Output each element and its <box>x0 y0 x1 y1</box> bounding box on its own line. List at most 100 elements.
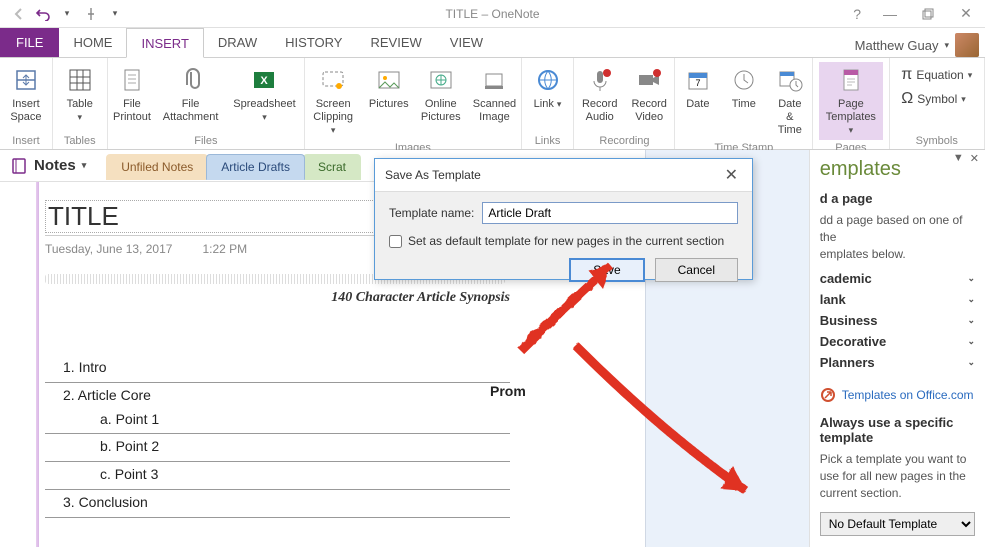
close-button[interactable]: ✕ <box>951 2 981 26</box>
record-video-button[interactable]: RecordVideo <box>625 62 672 126</box>
cancel-button[interactable]: Cancel <box>655 258 738 282</box>
page-templates-icon <box>835 64 867 96</box>
template-category-business[interactable]: Business⌄ <box>820 310 975 331</box>
time-button[interactable]: Time <box>722 62 766 140</box>
ribbon-group-label: Insert <box>12 133 40 149</box>
section-tab-article-drafts[interactable]: Article Drafts <box>206 154 305 180</box>
file-attachment-icon <box>175 64 207 96</box>
ribbon-group-label: Recording <box>599 133 649 149</box>
record-audio-icon <box>584 64 616 96</box>
file-attachment-button[interactable]: FileAttachment <box>158 62 223 126</box>
undo-dropdown[interactable]: ▾ <box>56 3 78 25</box>
add-page-heading: d a page <box>820 191 975 206</box>
page-templates-button[interactable]: PageTemplates ▾ <box>819 62 882 140</box>
office-icon <box>820 387 836 403</box>
user-area[interactable]: Matthew Guay ▾ <box>855 33 985 57</box>
ribbon-group-label: Tables <box>64 133 96 149</box>
ribbon-button-label: ScannedImage <box>473 98 516 124</box>
ribbon-button-label: Link ▾ <box>534 98 562 111</box>
outline-divider <box>45 488 510 490</box>
menu-bar: FILE HOME INSERT DRAW HISTORY REVIEW VIE… <box>0 28 985 58</box>
add-page-description: dd a page based on one of the emplates b… <box>820 212 975 262</box>
back-button[interactable] <box>8 3 30 25</box>
qat-customize[interactable]: ▾ <box>104 3 126 25</box>
page-time: 1:22 PM <box>202 242 247 256</box>
chevron-down-icon: ⌄ <box>967 315 975 326</box>
save-button[interactable]: Save <box>569 258 644 282</box>
record-audio-button[interactable]: RecordAudio <box>576 62 623 126</box>
chevron-down-icon: ⌄ <box>967 273 975 284</box>
notebook-dropdown[interactable]: Notes ▾ <box>0 153 96 179</box>
record-video-icon <box>633 64 665 96</box>
file-tab[interactable]: FILE <box>0 27 59 57</box>
outline-item[interactable]: 2. Article Core <box>45 384 645 408</box>
ribbon-button-label: FilePrintout <box>113 98 151 124</box>
spreadsheet-button[interactable]: XSpreadsheet ▾ <box>225 62 304 126</box>
ribbon-button-label: Time <box>732 98 756 111</box>
date-button[interactable]: 7Date <box>676 62 720 140</box>
help-button[interactable]: ? <box>853 6 861 22</box>
templates-pane-title: emplates <box>820 158 975 181</box>
avatar <box>955 33 979 57</box>
tab-history[interactable]: HISTORY <box>271 27 356 57</box>
outline-item[interactable]: 1. Intro <box>45 356 645 380</box>
ribbon-button-label: Pictures <box>369 98 409 111</box>
section-tab-scratch[interactable]: Scrat <box>303 154 361 180</box>
insert-space-button[interactable]: InsertSpace <box>4 62 48 126</box>
template-category-planners[interactable]: Planners⌄ <box>820 352 975 373</box>
restore-button[interactable] <box>913 2 943 26</box>
table-button[interactable]: Table ▾ <box>58 62 102 126</box>
ribbon-group-links: Link ▾Links <box>522 58 575 149</box>
templates-office-link[interactable]: Templates on Office.com <box>820 387 975 403</box>
file-printout-icon <box>116 64 148 96</box>
online-pictures-button[interactable]: OnlinePictures <box>416 62 466 140</box>
synopsis-text[interactable]: 140 Character Article Synopsis <box>45 290 510 306</box>
outline-divider <box>45 432 510 434</box>
template-category-decorative[interactable]: Decorative⌄ <box>820 331 975 352</box>
set-default-checkbox[interactable] <box>389 235 402 248</box>
symbol-button[interactable]: Ω Symbol ▾ <box>897 88 976 110</box>
tab-insert[interactable]: INSERT <box>126 28 203 58</box>
file-printout-button[interactable]: FilePrintout <box>108 62 156 126</box>
link-button[interactable]: Link ▾ <box>526 62 570 113</box>
ribbon-button-label: Date &Time <box>774 98 806 138</box>
template-category-cademic[interactable]: cademic⌄ <box>820 268 975 289</box>
template-category-lank[interactable]: lank⌄ <box>820 289 975 310</box>
title-bar: ▾ ▾ TITLE – OneNote ? — ✕ <box>0 0 985 28</box>
ribbon-button-label: FileAttachment <box>163 98 219 124</box>
equation-button[interactable]: π Equation ▾ <box>897 64 976 86</box>
ribbon-group-pages: PageTemplates ▾Pages <box>813 58 889 149</box>
dialog-close-button[interactable]: ✕ <box>721 165 742 185</box>
ribbon-button-label: OnlinePictures <box>421 98 461 124</box>
always-use-description: Pick a template you want to use for all … <box>820 451 975 501</box>
screen-clipping-button[interactable]: ScreenClipping ▾ <box>305 62 362 140</box>
page-date: Tuesday, June 13, 2017 <box>45 242 172 256</box>
pictures-button[interactable]: Pictures <box>364 62 414 140</box>
chevron-down-icon: ⌄ <box>967 357 975 368</box>
tab-home[interactable]: HOME <box>59 27 126 57</box>
outline-subitem[interactable]: b. Point 2 <box>45 435 645 459</box>
spreadsheet-icon: X <box>248 64 280 96</box>
tab-draw[interactable]: DRAW <box>204 27 271 57</box>
tab-view[interactable]: VIEW <box>436 27 497 57</box>
outline[interactable]: 1. Intro Prom 2. Article Core a. Point 1… <box>45 356 645 518</box>
pin-button[interactable] <box>80 3 102 25</box>
chevron-down-icon: ⌄ <box>967 336 975 347</box>
set-default-label: Set as default template for new pages in… <box>408 234 724 248</box>
scanned-image-icon <box>478 64 510 96</box>
tab-review[interactable]: REVIEW <box>356 27 435 57</box>
outline-subitem[interactable]: c. Point 3 <box>45 463 645 487</box>
pane-close-icon[interactable]: ✕ <box>970 152 979 165</box>
default-template-select[interactable]: No Default Template <box>820 512 975 536</box>
pane-dropdown-icon[interactable]: ▼ <box>953 152 964 165</box>
section-tab-unfiled[interactable]: Unfiled Notes <box>106 154 208 180</box>
minimize-button[interactable]: — <box>875 2 905 26</box>
ribbon-button-label: ScreenClipping ▾ <box>311 98 356 138</box>
outline-item[interactable]: 3. Conclusion <box>45 491 645 515</box>
undo-button[interactable] <box>32 3 54 25</box>
outline-subitem[interactable]: a. Point 1 <box>45 408 645 432</box>
scanned-image-button[interactable]: ScannedImage <box>468 62 522 140</box>
template-name-input[interactable] <box>482 202 738 224</box>
date-icon: 7 <box>682 64 714 96</box>
date-time-button[interactable]: Date &Time <box>768 62 812 140</box>
